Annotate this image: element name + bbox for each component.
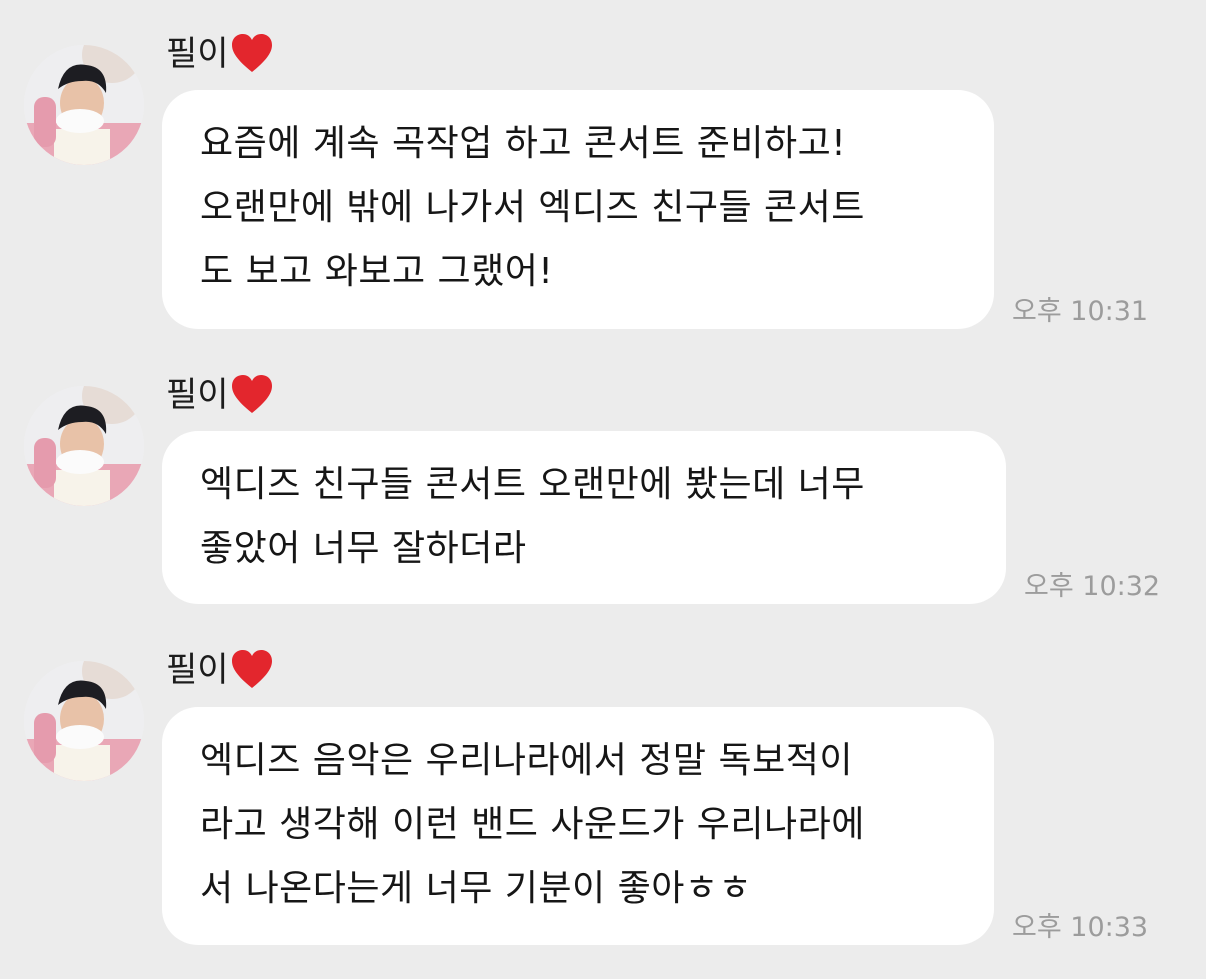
sender-name: 필이 [166,650,273,690]
sender-label: 필이 [166,375,229,415]
message-bubble[interactable]: 엑디즈 친구들 콘서트 오랜만에 봤는데 너무 좋았어 너무 잘하더라 [162,431,1006,604]
message-line: 라고 생각해 이런 밴드 사운드가 우리나라에 [200,804,865,845]
red-heart-icon [231,650,273,690]
avatar-photo [24,45,144,165]
chat-log: 필이 요즘에 계속 곡작업 하고 콘서트 준비하고! 오랜만에 밖에 나가서 엑… [0,0,1206,979]
red-heart-icon [231,34,273,74]
message-bubble[interactable]: 엑디즈 음악은 우리나라에서 정말 독보적이 라고 생각해 이런 밴드 사운드가… [162,707,994,945]
message-line: 오랜만에 밖에 나가서 엑디즈 친구들 콘서트 [200,187,865,228]
sender-label: 필이 [166,34,229,74]
message-line: 엑디즈 친구들 콘서트 오랜만에 봤는데 너무 [200,464,865,505]
message-line: 엑디즈 음악은 우리나라에서 정말 독보적이 [200,740,853,781]
sender-label: 필이 [166,650,229,690]
avatar[interactable] [24,661,144,781]
avatar-photo [24,386,144,506]
message-timestamp: 오후 10:33 [1012,912,1149,943]
message-timestamp: 오후 10:31 [1012,296,1149,327]
message-bubble[interactable]: 요즘에 계속 곡작업 하고 콘서트 준비하고! 오랜만에 밖에 나가서 엑디즈 … [162,90,994,329]
message-line: 좋았어 너무 잘하더라 [200,528,527,569]
avatar[interactable] [24,386,144,506]
message-line: 도 보고 와보고 그랬어! [200,251,554,292]
sender-name: 필이 [166,34,273,74]
avatar-photo [24,661,144,781]
avatar[interactable] [24,45,144,165]
message-line: 요즘에 계속 곡작업 하고 콘서트 준비하고! [200,123,847,164]
red-heart-icon [231,375,273,415]
message-line: 서 나온다는게 너무 기분이 좋아ㅎㅎ [200,868,753,909]
message-timestamp: 오후 10:32 [1024,571,1161,602]
sender-name: 필이 [166,375,273,415]
